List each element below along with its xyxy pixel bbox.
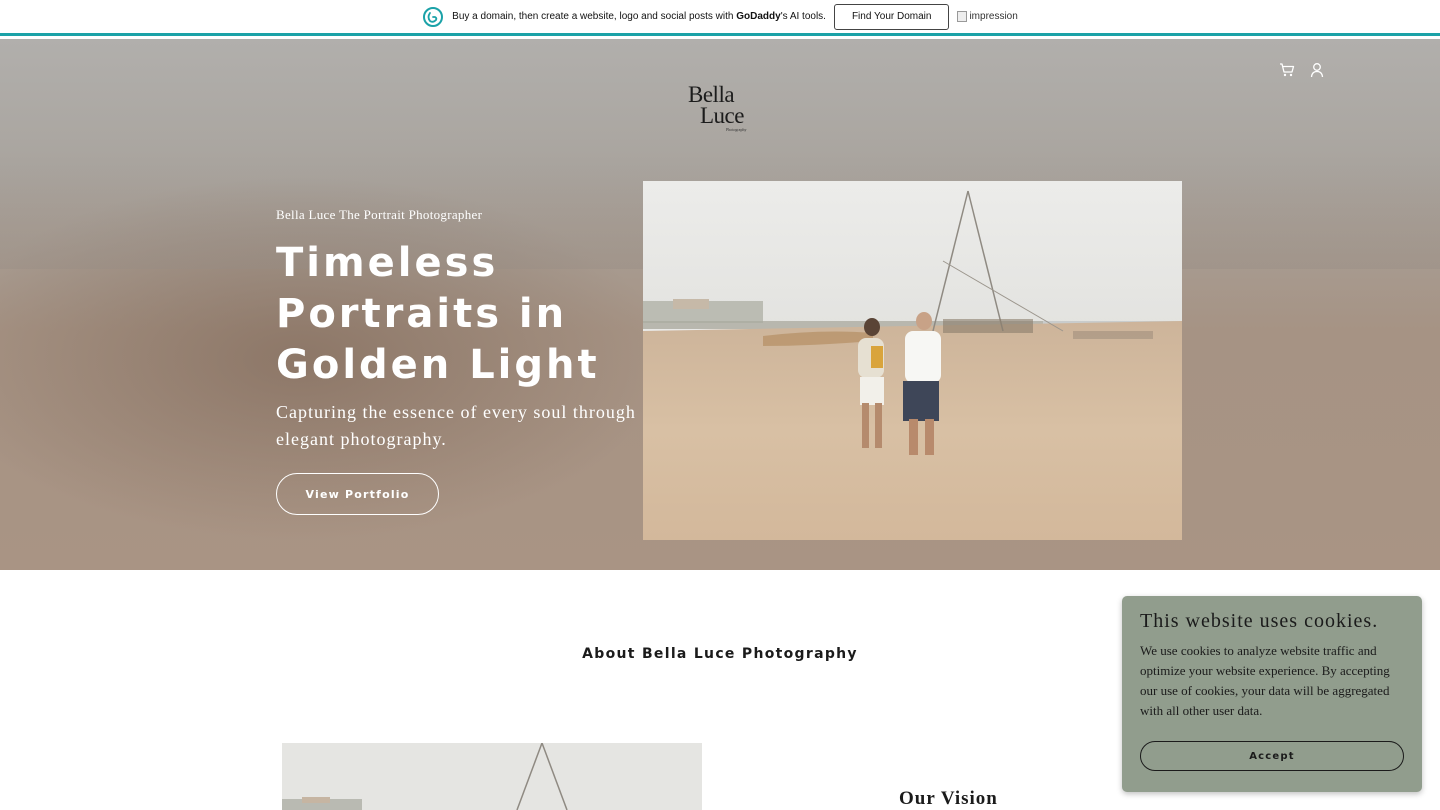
view-portfolio-button[interactable]: View Portfolio [276, 473, 439, 515]
promo-brand: GoDaddy [736, 11, 781, 22]
beach-couple-image [643, 181, 1182, 540]
accept-cookies-button[interactable]: Accept [1140, 741, 1404, 771]
cart-icon[interactable] [1279, 62, 1295, 78]
brand-logo[interactable]: Bella Luce Photography [686, 82, 756, 132]
hero-subtitle: Capturing the essence of every soul thro… [276, 402, 636, 449]
header-icons [1279, 62, 1325, 78]
godaddy-logo-icon [423, 6, 444, 27]
hero-beach-photo [643, 181, 1182, 540]
cookie-title: This website uses cookies. [1140, 610, 1379, 632]
about-beach-image [282, 743, 702, 810]
promo-bar: Buy a domain, then create a website, log… [0, 0, 1440, 36]
cookie-banner: This website uses cookies. We use cookie… [1122, 596, 1422, 792]
account-icon[interactable] [1309, 62, 1325, 78]
promo-text: Buy a domain, then create a website, log… [452, 11, 826, 22]
hero-section: Bella Luce Photography Bella Luce The Po… [0, 39, 1440, 570]
logo-tagline: Photography [726, 127, 747, 132]
hero-title: Timeless Portraits in Golden Light [276, 240, 600, 388]
about-photo [282, 743, 702, 810]
vision-heading: Our Vision [899, 788, 998, 809]
hero-eyebrow: Bella Luce The Portrait Photographer [276, 207, 483, 222]
find-domain-button[interactable]: Find Your Domain [833, 3, 950, 30]
broken-image-icon [957, 11, 968, 22]
logo-line2: Luce [700, 103, 744, 128]
promo-broken-image: impression [957, 11, 1018, 22]
cookie-body: We use cookies to analyze website traffi… [1140, 643, 1390, 718]
